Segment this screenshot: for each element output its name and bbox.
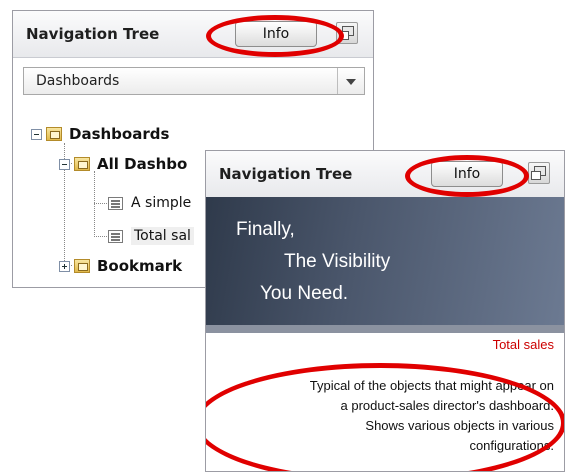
folder-icon: [74, 157, 90, 171]
highlight-circle: [206, 15, 344, 57]
navigation-tree-info-panel: Navigation Tree Info Finally, The Visibi…: [205, 150, 565, 472]
undock-icon[interactable]: [528, 162, 550, 184]
dropdown-value: Dashboards: [36, 73, 120, 89]
banner-line: Finally,: [236, 219, 295, 240]
tree-node-bookmarks[interactable]: Bookmark: [59, 255, 182, 277]
tree-node-all-dashboards[interactable]: All Dashbo: [59, 153, 187, 175]
selected-item-name: Total sales: [492, 337, 554, 352]
banner-line: You Need.: [260, 283, 349, 304]
tree-connector: [94, 203, 107, 204]
chevron-down-icon[interactable]: [337, 68, 364, 94]
dashboard-icon: [108, 229, 123, 243]
banner-image: Finally, The Visibility You Need.: [206, 197, 564, 325]
tree-selector-dropdown[interactable]: Dashboards: [23, 67, 365, 95]
tree-item-dashboard-selected[interactable]: Total sal: [108, 225, 194, 247]
tree-connector: [94, 171, 95, 237]
collapse-icon[interactable]: [59, 158, 70, 170]
collapse-icon[interactable]: [31, 128, 42, 140]
expand-icon[interactable]: [59, 260, 70, 272]
tree-item-dashboard[interactable]: A simple: [108, 192, 191, 214]
banner-divider: [206, 325, 564, 333]
folder-icon: [46, 127, 62, 141]
dashboard-icon: [108, 196, 123, 210]
tree-connector: [94, 236, 107, 237]
highlight-circle: [405, 155, 529, 197]
tree-node-dashboards[interactable]: Dashboards: [31, 123, 169, 145]
folder-icon: [74, 259, 90, 273]
panel-title: Navigation Tree: [26, 25, 160, 43]
banner-line: The Visibility: [284, 251, 391, 272]
panel-title: Navigation Tree: [219, 165, 353, 183]
